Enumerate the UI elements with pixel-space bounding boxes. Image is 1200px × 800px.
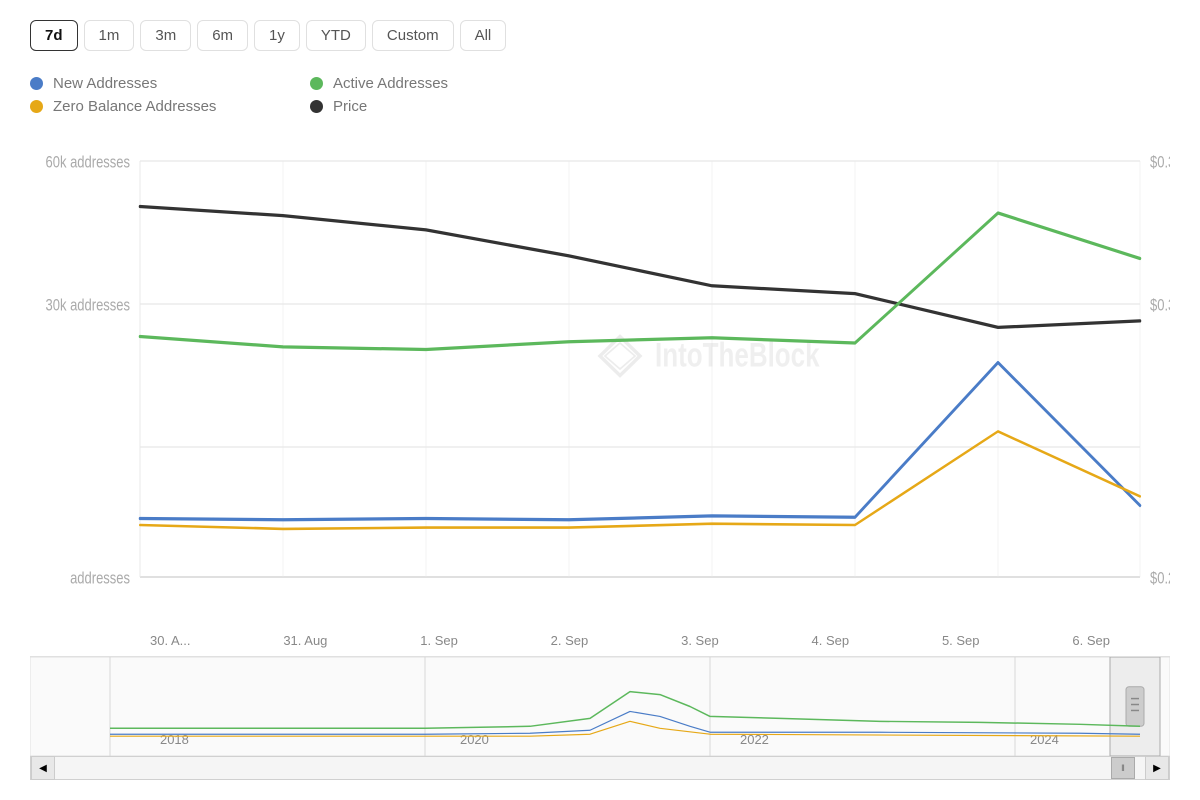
legend-item-3: Price	[310, 98, 550, 115]
svg-text:$0.320000: $0.320000	[1150, 296, 1170, 315]
svg-text:2024: 2024	[1030, 732, 1059, 747]
x-label-2: 1. Sep	[420, 633, 458, 648]
scroll-right-button[interactable]: ▶	[1145, 756, 1169, 780]
time-btn-1y[interactable]: 1y	[254, 20, 300, 51]
x-label-3: 2. Sep	[551, 633, 589, 648]
legend-dot-2	[30, 100, 43, 113]
legend-item-1: Active Addresses	[310, 75, 550, 92]
svg-text:IntoTheBlock: IntoTheBlock	[655, 337, 820, 374]
time-btn-all[interactable]: All	[460, 20, 507, 51]
legend-dot-0	[30, 77, 43, 90]
time-btn-6m[interactable]: 6m	[197, 20, 248, 51]
x-axis-labels: 30. A... 31. Aug 1. Sep 2. Sep 3. Sep 4. Sep 5…	[30, 629, 1170, 652]
svg-text:30k addresses: 30k addresses	[46, 296, 130, 315]
x-label-4: 3. Sep	[681, 633, 719, 648]
legend-label-3: Price	[333, 98, 367, 115]
scroll-left-button[interactable]: ◀	[31, 756, 55, 780]
scrollbar[interactable]: ◀ ‖ ▶	[30, 756, 1170, 780]
legend-item-0: New Addresses	[30, 75, 270, 92]
svg-text:$0.360000: $0.360000	[1150, 153, 1170, 172]
time-range-selector: 7d1m3m6m1yYTDCustomAll	[30, 20, 1170, 51]
svg-text:$0.280000: $0.280000	[1150, 569, 1170, 588]
chart-wrapper: 60k addresses 30k addresses addresses $0…	[30, 135, 1170, 780]
legend-label-1: Active Addresses	[333, 75, 448, 92]
time-btn-ytd[interactable]: YTD	[306, 20, 366, 51]
x-label-7: 6. Sep	[1072, 633, 1110, 648]
main-chart-svg: 60k addresses 30k addresses addresses $0…	[30, 135, 1170, 629]
x-label-0: 30. A...	[150, 633, 190, 648]
mini-chart: 2018 2020 2022 2024	[30, 656, 1170, 756]
main-container: 7d1m3m6m1yYTDCustomAll New Addresses Act…	[0, 0, 1200, 800]
chart-legend: New Addresses Active Addresses Zero Bala…	[30, 75, 550, 115]
svg-text:addresses: addresses	[70, 569, 130, 588]
legend-dot-1	[310, 77, 323, 90]
legend-dot-3	[310, 100, 323, 113]
main-chart: 60k addresses 30k addresses addresses $0…	[30, 135, 1170, 629]
svg-text:60k addresses: 60k addresses	[46, 153, 130, 172]
scroll-track[interactable]: ‖	[55, 757, 1145, 779]
mini-chart-svg: 2018 2020 2022 2024	[30, 657, 1170, 756]
x-label-1: 31. Aug	[283, 633, 327, 648]
legend-label-0: New Addresses	[53, 75, 157, 92]
scroll-thumb[interactable]: ‖	[1111, 757, 1135, 779]
legend-item-2: Zero Balance Addresses	[30, 98, 270, 115]
legend-label-2: Zero Balance Addresses	[53, 98, 216, 115]
time-btn-3m[interactable]: 3m	[140, 20, 191, 51]
time-btn-7d[interactable]: 7d	[30, 20, 78, 51]
x-label-6: 5. Sep	[942, 633, 980, 648]
x-label-5: 4. Sep	[812, 633, 850, 648]
time-btn-1m[interactable]: 1m	[84, 20, 135, 51]
time-btn-custom[interactable]: Custom	[372, 20, 454, 51]
